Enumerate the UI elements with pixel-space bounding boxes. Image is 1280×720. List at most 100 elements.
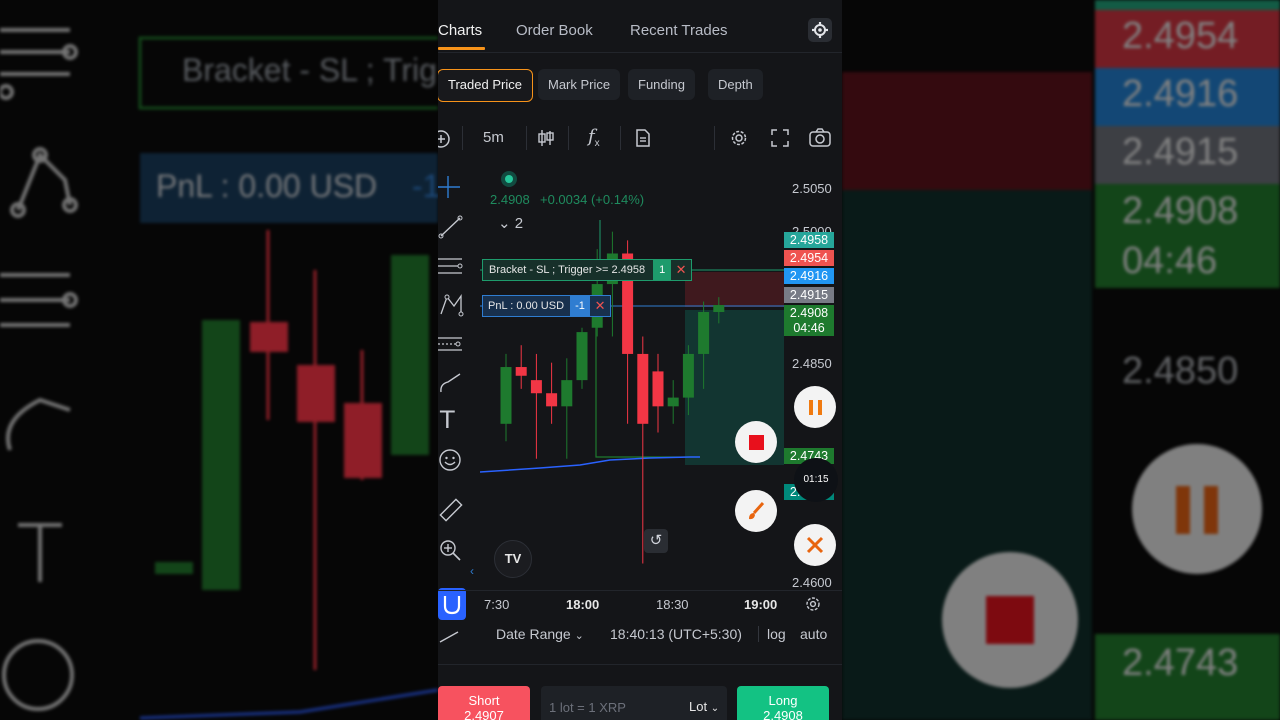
brush-icon[interactable] bbox=[438, 370, 464, 396]
add-indicator-plus-icon[interactable] bbox=[438, 128, 452, 150]
fullscreen-icon[interactable] bbox=[770, 128, 790, 148]
legend-change: +0.0034 (+0.14%) bbox=[540, 192, 645, 207]
trading-screen: Charts Order Book Recent Trades Traded P… bbox=[438, 0, 842, 720]
trend-line-icon[interactable] bbox=[438, 214, 464, 240]
zoomed-pnl-qty: -1 bbox=[412, 168, 438, 204]
log-scale-toggle[interactable]: log bbox=[767, 626, 786, 642]
zoomed-pnl-label: PnL : 0.00 USD bbox=[156, 168, 378, 204]
candle-body bbox=[667, 397, 679, 407]
long-button[interactable]: Long 2.4908 bbox=[737, 686, 829, 720]
long-price: 2.4908 bbox=[763, 708, 803, 720]
tradingview-logo-icon[interactable]: TV bbox=[494, 540, 532, 578]
price-tick-mid: 2.4850 bbox=[792, 356, 832, 371]
price-label-last: 2.4908 bbox=[784, 305, 834, 321]
eraser-icon[interactable] bbox=[438, 630, 464, 644]
ruler-icon[interactable] bbox=[438, 498, 464, 524]
candle-body bbox=[546, 393, 558, 407]
lot-unit-select[interactable]: Lot ⌄ bbox=[689, 699, 719, 714]
price-label-mark: 2.4915 bbox=[784, 287, 834, 303]
tabs-divider bbox=[438, 52, 842, 53]
price-label-bracket: 2.4958 bbox=[784, 232, 834, 248]
tab-order-book[interactable]: Order Book bbox=[516, 22, 593, 39]
zoomed-price-3: 2.4915 bbox=[1122, 131, 1239, 173]
emoji-icon[interactable] bbox=[438, 448, 464, 474]
date-range-label: Date Range bbox=[496, 626, 571, 642]
price-label-ask: 2.4954 bbox=[784, 250, 834, 266]
chart-settings-gear-icon[interactable] bbox=[728, 127, 750, 149]
zoomed-price-1: 2.4954 bbox=[1122, 15, 1239, 57]
camera-screenshot-icon[interactable] bbox=[808, 127, 832, 149]
candle-body bbox=[576, 332, 588, 381]
zoomed-time: 04:46 bbox=[1122, 240, 1218, 282]
price-tick-bottom: 2.4600 bbox=[792, 575, 832, 590]
chip-traded-price[interactable]: Traded Price bbox=[438, 69, 533, 102]
text-tool-icon[interactable]: T bbox=[440, 406, 455, 434]
price-tick-top: 2.5050 bbox=[792, 181, 832, 196]
magnet-icon[interactable] bbox=[438, 588, 466, 620]
axis-settings-gear-icon[interactable] bbox=[804, 595, 822, 613]
chevron-down-icon: ⌄ bbox=[574, 630, 584, 642]
candle-countdown: 04:46 bbox=[784, 320, 834, 336]
time-tick-0: 7:30 bbox=[484, 597, 510, 612]
time-tick-3: 19:00 bbox=[744, 597, 778, 612]
fib-retracement-icon[interactable] bbox=[438, 254, 464, 280]
stop-recording-button[interactable] bbox=[735, 421, 777, 463]
zoomed-bracket-label: Bracket - SL ; Trig bbox=[182, 52, 437, 88]
zoomed-drawing-tools bbox=[0, 28, 438, 720]
date-range-button[interactable]: Date Range ⌄ bbox=[496, 626, 584, 642]
quantity-placeholder: 1 lot = 1 XRP bbox=[549, 700, 626, 715]
position-close-icon[interactable]: ✕ bbox=[590, 296, 610, 316]
candle-body bbox=[698, 312, 710, 354]
short-price: 2.4907 bbox=[464, 708, 504, 720]
zoomed-price-6: 2.4743 bbox=[1122, 642, 1239, 684]
settings-gear-icon[interactable] bbox=[808, 18, 832, 42]
tab-active-indicator bbox=[438, 47, 485, 50]
price-tick-partial: 2.5000 bbox=[792, 224, 832, 232]
chart-clock: 18:40:13 (UTC+5:30) bbox=[610, 626, 742, 642]
zoomed-background-right: 2.4954 2.4916 2.4915 2.4908 04:46 2.4850… bbox=[842, 0, 1280, 720]
zoomed-price-4: 2.4908 bbox=[1122, 190, 1239, 232]
pause-recording-button[interactable] bbox=[794, 386, 836, 428]
zoom-in-icon[interactable] bbox=[438, 538, 464, 564]
tab-charts[interactable]: Charts bbox=[438, 22, 482, 39]
chip-funding[interactable]: Funding bbox=[628, 69, 695, 100]
time-tick-1: 18:00 bbox=[566, 597, 600, 612]
candle-body bbox=[682, 353, 694, 398]
interval-selector[interactable]: 5m bbox=[483, 129, 504, 146]
zoomed-pause-button bbox=[1132, 444, 1262, 574]
position-pnl-line[interactable]: PnL : 0.00 USD -1 ✕ bbox=[482, 295, 612, 317]
indicators-glyph: f bbox=[588, 126, 595, 147]
zoomed-price-5: 2.4850 bbox=[1122, 350, 1239, 392]
zoomed-price-2: 2.4916 bbox=[1122, 73, 1239, 115]
quantity-input[interactable]: 1 lot = 1 XRP Lot ⌄ bbox=[541, 686, 727, 720]
collapse-toolbar-icon[interactable]: ‹ bbox=[470, 564, 474, 578]
prediction-tools-icon[interactable] bbox=[438, 332, 464, 358]
brush-annotate-button[interactable] bbox=[735, 490, 777, 532]
indicators-fx-icon[interactable]: fx bbox=[588, 126, 600, 149]
short-label: Short bbox=[468, 693, 500, 708]
bracket-close-icon[interactable]: ✕ bbox=[671, 260, 691, 280]
pattern-icon[interactable] bbox=[438, 292, 464, 318]
tools-button[interactable] bbox=[794, 524, 836, 566]
price-label-entry: 2.4916 bbox=[784, 268, 834, 284]
long-label: Long bbox=[768, 693, 798, 708]
tab-recent-trades[interactable]: Recent Trades bbox=[630, 22, 728, 39]
templates-document-icon[interactable] bbox=[634, 128, 652, 148]
chip-depth[interactable]: Depth bbox=[708, 69, 763, 100]
reset-chart-icon[interactable]: ↺ bbox=[644, 529, 668, 553]
pnl-label: PnL : 0.00 USD bbox=[488, 300, 565, 312]
bracket-order-line[interactable]: Bracket - SL ; Trigger >= 2.4958 1 ✕ bbox=[482, 259, 693, 281]
candles-icon[interactable] bbox=[536, 128, 556, 148]
auto-scale-toggle[interactable]: auto bbox=[800, 626, 827, 642]
live-indicator bbox=[501, 171, 517, 187]
candle-body bbox=[515, 367, 527, 376]
legend-collapse-toggle[interactable]: ⌄ 2 bbox=[498, 214, 523, 232]
lot-unit-label: Lot bbox=[689, 699, 708, 714]
bracket-order-label: Bracket - SL ; Trigger >= 2.4958 bbox=[489, 264, 646, 276]
crosshair-icon[interactable] bbox=[438, 176, 462, 198]
chip-mark-price[interactable]: Mark Price bbox=[538, 69, 621, 100]
chart-toolbar: 5m fx bbox=[438, 126, 842, 150]
short-button[interactable]: Short 2.4907 bbox=[438, 686, 530, 720]
drawing-toolbar: T bbox=[438, 170, 468, 650]
candle-body bbox=[530, 380, 542, 394]
